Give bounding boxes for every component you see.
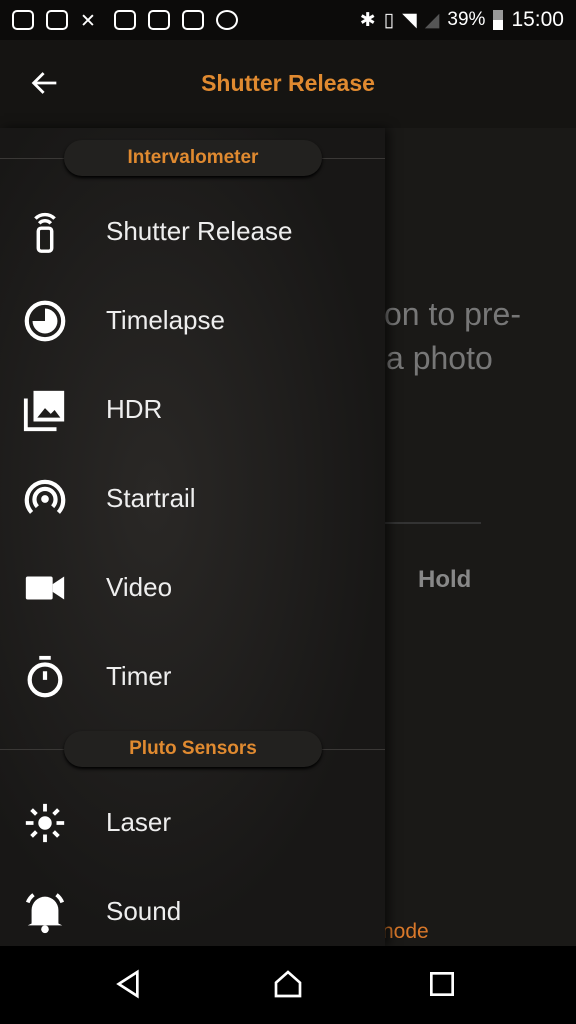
back-nav-icon[interactable] <box>112 968 144 1000</box>
xl-icon <box>216 10 238 30</box>
drawer-item-sound[interactable]: Sound <box>0 867 385 956</box>
battery-icon <box>493 10 504 30</box>
app-bar: Shutter Release <box>0 40 576 128</box>
drawer-item-video[interactable]: Video <box>0 543 385 632</box>
messages-icon <box>12 10 34 30</box>
recents-nav-icon[interactable] <box>426 968 458 1000</box>
drawer-item-laser[interactable]: Laser <box>0 778 385 867</box>
instagram-icon <box>148 10 170 30</box>
battery-text: 39% <box>447 9 486 30</box>
drawer-item-timelapse[interactable]: Timelapse <box>0 276 385 365</box>
drawer-item-startrail[interactable]: Startrail <box>0 454 385 543</box>
remote-icon <box>34 212 56 253</box>
drawer-item-timer[interactable]: Timer <box>0 632 385 721</box>
drawer-item-hdr[interactable]: HDR <box>0 365 385 454</box>
stopwatch-icon <box>27 655 63 697</box>
drawer-item-shutter-release[interactable]: Shutter Release <box>0 187 385 276</box>
bluetooth-icon: ✱ <box>359 9 376 31</box>
mode-link[interactable]: node <box>382 920 429 944</box>
hold-button[interactable]: Hold <box>418 566 471 594</box>
navigation-drawer: Intervalometer Shutter Release Timelapse… <box>0 128 385 946</box>
page-title: Shutter Release <box>201 70 375 96</box>
system-navigation-bar <box>0 946 576 1024</box>
instruction-text-1: on to pre- <box>384 296 521 332</box>
section-header-intervalometer: Intervalometer <box>0 140 385 176</box>
outlook-icon <box>182 10 204 30</box>
status-bar: ✕ ✱ ▯ ◥ ◢ 39% 15:00 <box>0 0 576 40</box>
home-nav-icon[interactable] <box>272 968 304 1000</box>
clock-icon <box>24 300 66 341</box>
instruction-text-2: a photo <box>386 340 493 376</box>
laser-icon <box>25 803 65 842</box>
signal-icon: ◢ <box>424 9 440 31</box>
facebook-icon <box>46 10 68 30</box>
time: 15:00 <box>511 8 564 31</box>
divider <box>385 522 481 524</box>
wifi-icon: ◥ <box>402 9 417 31</box>
missed-call-icon: ✕ <box>80 11 96 32</box>
video-icon <box>25 576 65 599</box>
vibrate-icon: ▯ <box>383 9 395 31</box>
instagram-icon <box>114 10 136 30</box>
bell-icon <box>25 892 65 933</box>
broadcast-icon <box>24 479 66 514</box>
section-header-pluto-sensors: Pluto Sensors <box>0 731 385 767</box>
photos-icon <box>23 390 65 431</box>
